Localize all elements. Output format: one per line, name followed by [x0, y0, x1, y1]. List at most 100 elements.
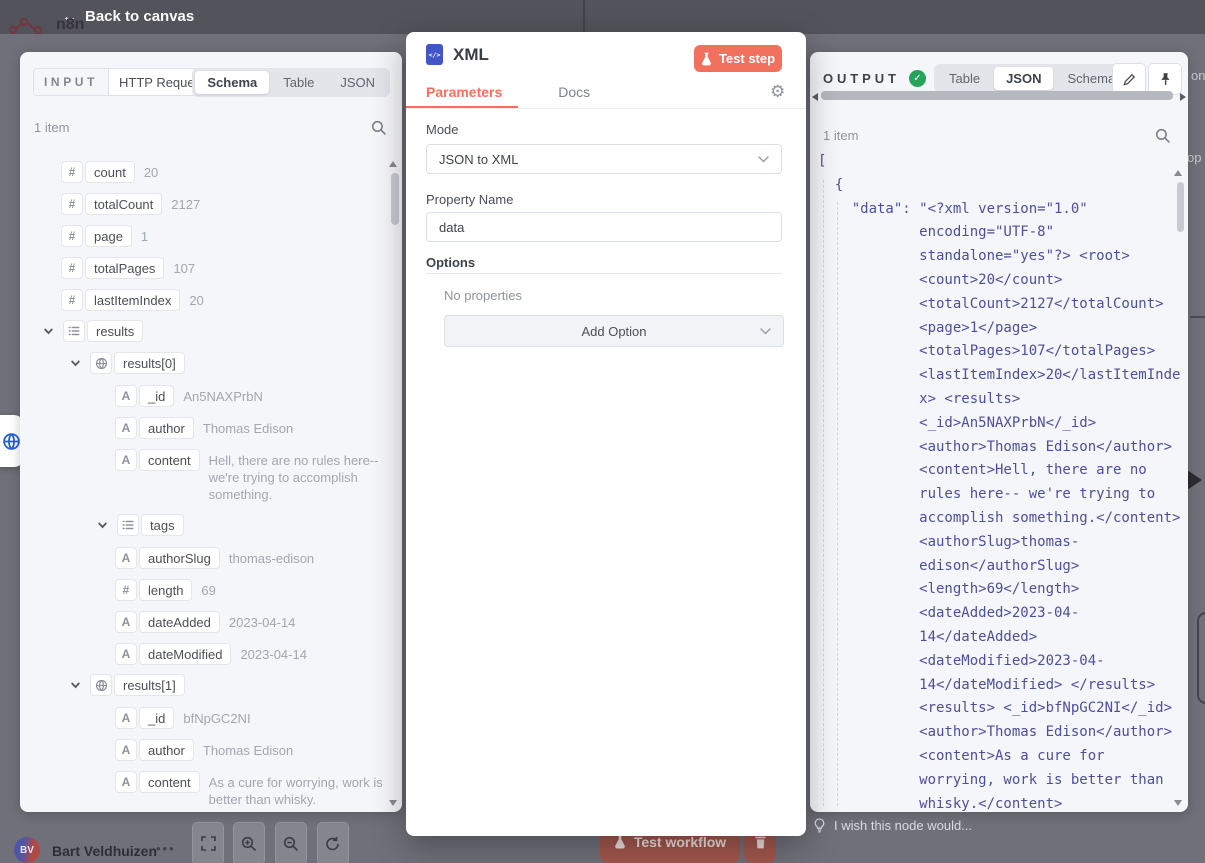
schema-key-label: dateModified	[139, 643, 231, 665]
pin-icon	[1159, 72, 1172, 86]
schema-key-pill[interactable]: #page	[61, 225, 132, 247]
output-horizontal-scrollbar[interactable]	[810, 90, 1188, 104]
schema-key-pill[interactable]: Acontent	[115, 771, 200, 793]
input-search-button[interactable]	[371, 120, 386, 135]
node-feedback-link[interactable]: I wish this node would...	[814, 818, 972, 833]
input-tab-json[interactable]: JSON	[328, 71, 387, 94]
schema-row-content: AcontentAs a cure for worrying, work is …	[115, 771, 394, 808]
schema-key-label: results[0]	[114, 352, 185, 374]
output-view-tabs: TableJSONSchema	[934, 64, 1130, 93]
schema-key-label: dateAdded	[139, 611, 220, 633]
output-tab-table[interactable]: Table	[937, 67, 992, 90]
schema-value: Hell, there are no rules here-- we're tr…	[209, 449, 394, 503]
schema-key-pill[interactable]: tags	[117, 514, 184, 536]
object-icon	[90, 352, 112, 374]
schema-key-pill[interactable]: #totalPages	[61, 257, 164, 279]
schema-key-label: authorSlug	[139, 547, 220, 569]
chevron-down-icon[interactable]	[43, 326, 54, 337]
schema-key-label: lastItemIndex	[85, 289, 180, 311]
user-menu-button[interactable]: •••	[156, 841, 176, 856]
schema-key-pill[interactable]: A_id	[115, 385, 174, 407]
zoom-in-button[interactable]	[233, 822, 265, 863]
search-icon	[371, 120, 386, 135]
schema-value: 20	[189, 289, 203, 309]
schema-key-pill[interactable]: A_id	[115, 707, 174, 729]
schema-key-pill[interactable]: #lastItemIndex	[61, 289, 180, 311]
zoom-in-icon	[241, 836, 257, 852]
canvas-fragment-text: op	[1187, 150, 1201, 165]
schema-key-label: tags	[141, 514, 184, 536]
schema-key-label: author	[139, 739, 194, 761]
modal-tabs: Parameters Docs	[426, 84, 590, 100]
schema-key-pill[interactable]: Aauthor	[115, 417, 194, 439]
back-to-canvas-label: Back to canvas	[85, 8, 194, 25]
scroll-down-arrow[interactable]	[389, 800, 397, 806]
scroll-down-arrow[interactable]	[1174, 800, 1182, 806]
zoom-to-fit-button[interactable]	[192, 822, 224, 863]
schema-key-pill[interactable]: AdateAdded	[115, 611, 220, 633]
schema-key-label: _id	[139, 707, 174, 729]
chevron-down-icon	[760, 328, 771, 335]
schema-key-pill[interactable]: #length	[115, 579, 192, 601]
string-icon: A	[115, 611, 137, 633]
string-icon: A	[115, 707, 137, 729]
schema-key-pill[interactable]: results[1]	[90, 674, 185, 696]
output-items-count: 1 item	[823, 128, 858, 143]
scroll-up-arrow[interactable]	[389, 161, 397, 167]
modal-tab-docs[interactable]: Docs	[558, 84, 590, 100]
output-tab-json[interactable]: JSON	[994, 67, 1053, 90]
add-option-button[interactable]: Add Option	[444, 315, 784, 347]
schema-key-pill[interactable]: AauthorSlug	[115, 547, 220, 569]
pencil-icon	[1123, 73, 1136, 86]
output-json-view[interactable]: [ { "data": "<?xml version="1.0" encodin…	[818, 150, 1180, 812]
reset-zoom-button[interactable]	[317, 822, 349, 863]
scroll-up-arrow[interactable]	[1174, 170, 1182, 176]
add-option-label: Add Option	[581, 324, 646, 339]
schema-value: 20	[144, 161, 158, 181]
output-search-button[interactable]	[1155, 128, 1170, 143]
canvas-connection-arrow	[1187, 470, 1202, 490]
flask-icon	[614, 834, 626, 849]
schema-key-pill[interactable]: #count	[61, 161, 135, 183]
output-scrollbar-thumb[interactable]	[1177, 182, 1184, 232]
scroll-left-arrow[interactable]	[812, 93, 818, 101]
chevron-down-icon[interactable]	[97, 520, 108, 531]
chevron-down-icon[interactable]	[70, 680, 81, 691]
schema-value: thomas-edison	[229, 547, 314, 567]
schema-key-pill[interactable]: Aauthor	[115, 739, 194, 761]
number-icon: #	[61, 193, 83, 215]
schema-row-author: AauthorThomas Edison	[115, 739, 293, 761]
avatar[interactable]: BV	[14, 837, 40, 863]
input-scrollbar-thumb[interactable]	[391, 173, 399, 225]
scroll-right-arrow[interactable]	[1180, 93, 1186, 101]
output-hscrollbar-thumb[interactable]	[821, 91, 1173, 100]
zoom-out-button[interactable]	[275, 822, 307, 863]
schema-row-author: AauthorThomas Edison	[115, 417, 293, 439]
node-settings-gear-icon[interactable]: ⚙	[770, 83, 785, 100]
list-icon	[117, 514, 139, 536]
schema-key-pill[interactable]: results[0]	[90, 352, 185, 374]
success-check-icon: ✓	[909, 70, 926, 87]
chevron-down-icon[interactable]	[70, 358, 81, 369]
n8n-logo[interactable]: n8n	[8, 14, 84, 36]
number-icon: #	[115, 579, 137, 601]
test-step-label: Test step	[719, 51, 775, 66]
input-tab-table[interactable]: Table	[271, 71, 326, 94]
object-icon	[90, 674, 112, 696]
schema-key-pill[interactable]: AdateModified	[115, 643, 231, 665]
schema-key-label: page	[85, 225, 132, 247]
property-name-input[interactable]: data	[426, 212, 782, 242]
schema-key-label: totalPages	[85, 257, 164, 279]
schema-key-pill[interactable]: Acontent	[115, 449, 200, 471]
test-step-button[interactable]: Test step	[694, 45, 782, 72]
modal-tab-parameters[interactable]: Parameters	[426, 84, 502, 100]
schema-row-dateadded: AdateAdded2023-04-14	[115, 611, 295, 633]
input-tab-schema[interactable]: Schema	[195, 71, 269, 94]
schema-value: 2023-04-14	[240, 643, 307, 663]
schema-key-pill[interactable]: results	[63, 320, 143, 342]
property-name-label: Property Name	[426, 192, 513, 207]
schema-key-pill[interactable]: #totalCount	[61, 193, 162, 215]
mode-select[interactable]: JSON to XML	[426, 144, 782, 174]
xml-node-icon: </>	[426, 44, 443, 65]
string-icon: A	[115, 417, 137, 439]
